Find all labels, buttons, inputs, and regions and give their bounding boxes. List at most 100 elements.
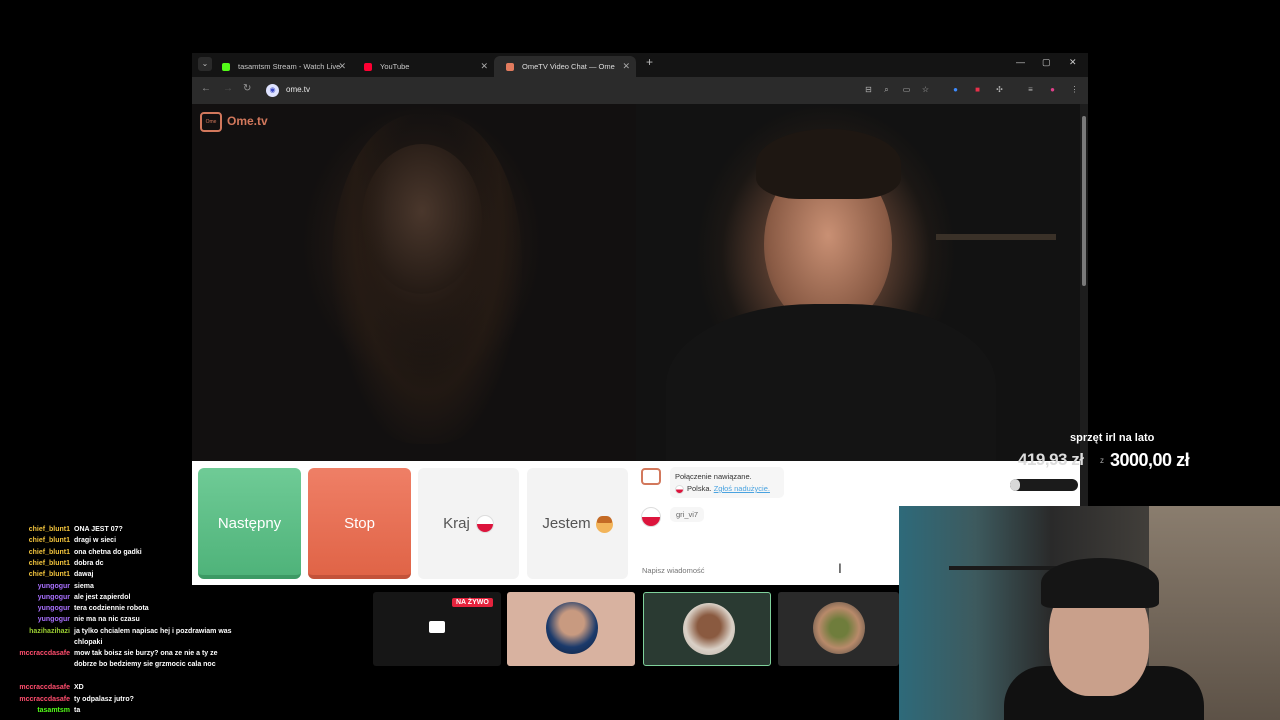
chat-message: chief_blunt1 ona chetna do gadki — [0, 547, 240, 558]
back-icon[interactable]: ← — [201, 83, 211, 94]
chat-username[interactable]: tasamtsm — [0, 705, 70, 716]
maximize-button[interactable]: ▢ — [1042, 57, 1051, 68]
tab-label: tasamtsm Stream - Watch Live — [238, 62, 341, 71]
chat-username[interactable]: mccraccdasafe — [0, 694, 70, 705]
chat-username[interactable]: chief_blunt1 — [0, 547, 70, 558]
chat-message: chief_blunt1 dobra dc — [0, 558, 240, 569]
chat-username[interactable]: chief_blunt1 — [0, 569, 70, 580]
partner-video: Ome Ome.tv — [192, 104, 636, 461]
chat-text: ONA JEST 07? — [74, 526, 123, 533]
gender-label: Jestem — [542, 515, 591, 532]
streamer-webcam — [899, 506, 1280, 720]
tab-youtube[interactable]: YouTube ✕ — [352, 56, 494, 77]
reload-icon[interactable]: ↻ — [243, 83, 251, 94]
chat-username[interactable]: yungogur — [0, 581, 70, 592]
thumbnail-strip: NA ŻYWO — [373, 591, 899, 667]
chat-username[interactable]: yungogur — [0, 592, 70, 603]
chat-username[interactable]: mccraccdasafe — [0, 682, 70, 693]
partner-hair — [332, 114, 522, 444]
goal-separator: z — [1100, 456, 1104, 465]
close-tab-icon[interactable]: ✕ — [622, 56, 630, 77]
thumbnail-live-stream[interactable]: NA ŻYWO — [373, 592, 501, 666]
translate-icon[interactable]: ⊟ — [864, 85, 873, 94]
chat-text: XD — [74, 684, 84, 692]
country-line: Polska. Zgłoś nadużycie. — [675, 483, 779, 495]
chat-username[interactable]: chief_blunt1 — [0, 524, 70, 535]
stream-frame: ⌄ tasamtsm Stream - Watch Live ✕ YouTube… — [0, 0, 1280, 720]
extensions-puzzle-icon[interactable]: ✣ — [995, 85, 1004, 94]
chat-message: mccraccdasafe XD — [0, 682, 240, 693]
partner-message: gri_vi7 — [670, 507, 705, 522]
poland-flag-icon — [675, 484, 684, 494]
extension-red-icon[interactable]: ■ — [973, 85, 982, 94]
cast-icon[interactable]: ▭ — [902, 85, 911, 94]
thumbnail-avatar-man[interactable] — [507, 592, 635, 666]
chat-message: chief_blunt1 dawaj — [0, 569, 240, 580]
poland-flag-icon — [475, 515, 494, 534]
chat-message: mccraccdasafe ty odpalasz jutro? — [0, 694, 240, 705]
avatar — [813, 602, 865, 654]
chat-username[interactable]: mccraccdasafe — [0, 648, 70, 659]
close-tab-icon[interactable]: ✕ — [480, 56, 488, 77]
chat-username[interactable]: chief_blunt1 — [0, 535, 70, 546]
close-tab-icon[interactable]: ✕ — [338, 56, 346, 77]
country-name: Polska. — [687, 484, 712, 493]
chat-message: chief_blunt1 dragi w sieci — [0, 535, 240, 546]
chat-message: hazihazihazi ja tylko chcialem napisac he… — [0, 626, 240, 648]
chat-text: ona chetna do gadki — [74, 548, 142, 556]
chat-username[interactable]: chief_blunt1 — [0, 558, 70, 569]
report-abuse-link[interactable]: Zgłoś nadużycie. — [714, 484, 770, 493]
country-button[interactable]: Kraj — [418, 468, 519, 579]
chat-username[interactable]: yungogur — [0, 614, 70, 625]
screen-share-icon — [429, 621, 445, 633]
avatar — [546, 602, 598, 654]
tab-kick-stream[interactable]: tasamtsm Stream - Watch Live ✕ — [210, 56, 352, 77]
chat-message: yungogur siema — [0, 581, 240, 592]
forward-icon[interactable]: → — [223, 83, 233, 94]
system-message: Połączenie nawiązane. Polska. Zgłoś nadu… — [670, 467, 784, 498]
bookmark-star-icon[interactable]: ☆ — [921, 85, 930, 94]
thumbnail-avatar-plant[interactable] — [778, 592, 899, 666]
zoom-icon[interactable]: ⌕ — [882, 85, 891, 94]
thumbnail-avatar-woman[interactable] — [643, 592, 771, 666]
chat-text: ty odpalasz jutro? — [74, 695, 134, 703]
chat-text: tera codziennie robota — [74, 605, 149, 613]
stop-button[interactable]: Stop — [308, 468, 411, 579]
new-tab-button[interactable]: + — [646, 55, 653, 69]
chat-text: siema — [74, 582, 94, 590]
avatar — [683, 603, 735, 655]
gender-button[interactable]: Jestem — [527, 468, 628, 579]
chat-text: nie ma na nic czasu — [74, 616, 140, 624]
chat-text: dragi w sieci — [74, 537, 117, 545]
goal-current-amount: 419,93 zł — [1018, 450, 1084, 469]
goal-target-amount: 3000,00 zł — [1110, 450, 1190, 470]
url-text: ome.tv — [286, 85, 311, 94]
streamer-cap — [1041, 558, 1159, 608]
ometv-tv-icon: Ome — [200, 112, 222, 132]
minimize-button[interactable]: — — [1016, 57, 1025, 67]
browser-menu-icon[interactable]: ⋮ — [1070, 85, 1079, 94]
tab-strip: ⌄ tasamtsm Stream - Watch Live ✕ YouTube… — [192, 53, 1088, 77]
chat-text: ale jest zapierdol — [74, 593, 131, 601]
country-label: Kraj — [443, 515, 470, 532]
background-shelf — [936, 234, 1056, 240]
goal-title: sprzęt irl na lato — [1070, 432, 1155, 444]
chat-username[interactable]: hazihazihazi — [0, 626, 70, 637]
scroll-thumb[interactable] — [1082, 116, 1086, 286]
self-hoodie — [666, 304, 996, 484]
stream-chat-overlay: chief_blunt1 ONA JEST 07? chief_blunt1 drag… — [0, 524, 240, 720]
self-video — [636, 104, 1080, 484]
chat-text: ta — [74, 706, 81, 714]
chat-message: yungogur nie ma na nic czasu — [0, 614, 240, 625]
goal-progress-bar — [1010, 479, 1078, 491]
poland-flag-icon — [641, 507, 661, 527]
address-bar[interactable]: ◉ ome.tv — [262, 81, 882, 100]
extension-blue-icon[interactable]: ● — [951, 85, 960, 94]
tab-ometv[interactable]: OmeTV Video Chat — Ome ✕ — [494, 56, 636, 77]
boy-emoji-icon — [595, 515, 613, 533]
chat-username[interactable]: yungogur — [0, 603, 70, 614]
close-window-button[interactable]: ✕ — [1069, 57, 1077, 68]
site-info-icon[interactable]: ◉ — [266, 84, 279, 97]
media-control-icon[interactable]: ≡ — [1026, 85, 1035, 94]
profile-avatar-icon[interactable]: ● — [1048, 85, 1057, 94]
